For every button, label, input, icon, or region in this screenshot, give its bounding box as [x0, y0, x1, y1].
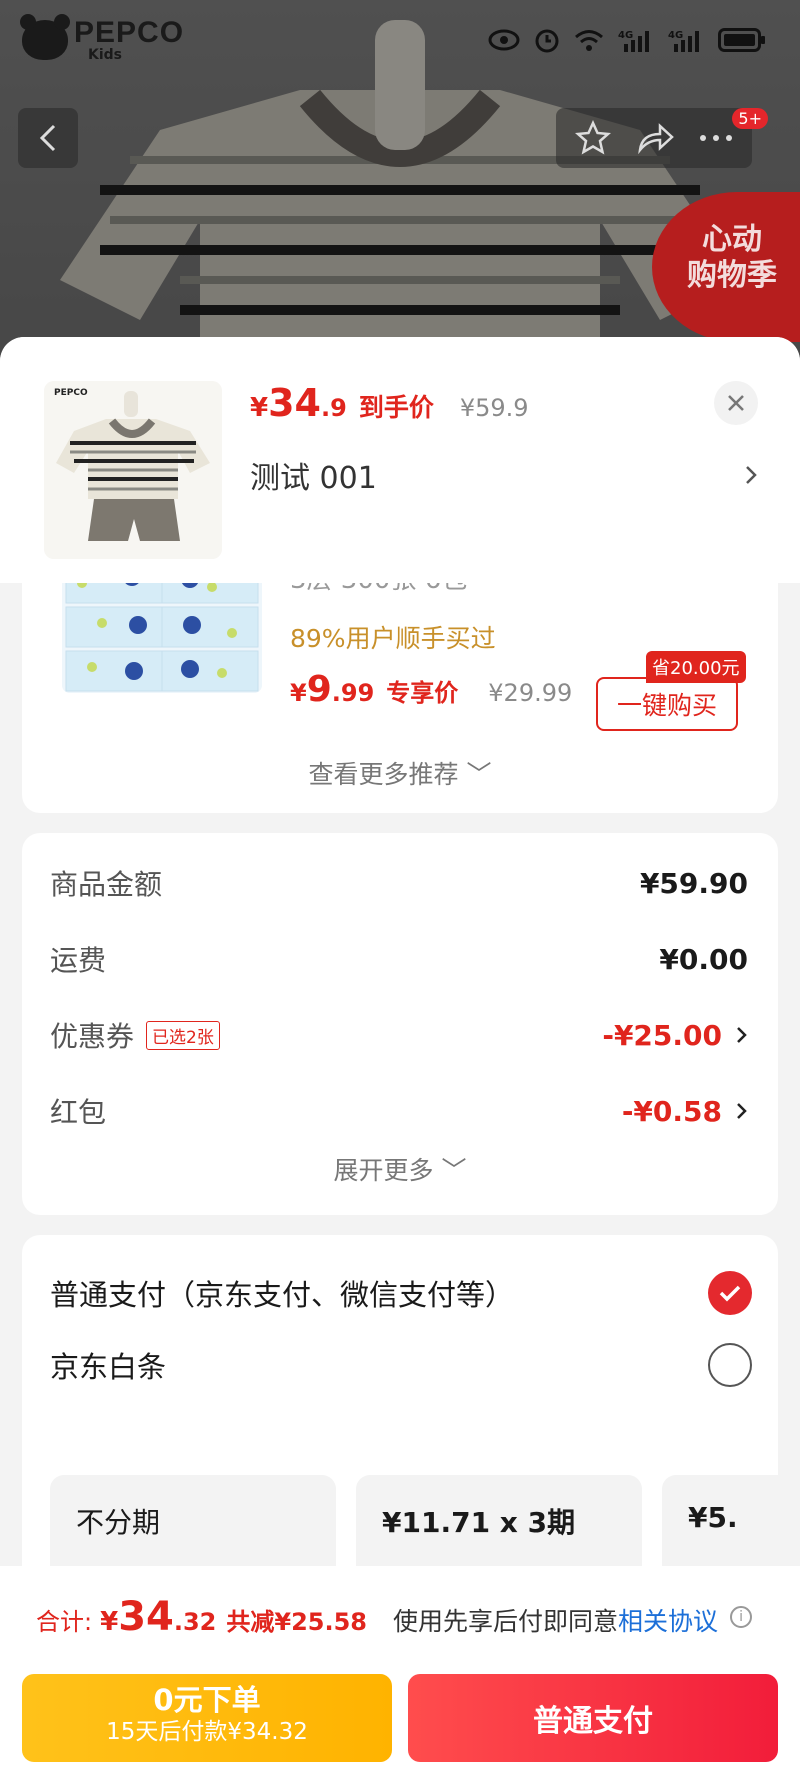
tissue-image — [62, 583, 262, 693]
chevron-left-icon — [39, 124, 56, 152]
save-badge: 省20.00元 — [646, 651, 746, 683]
bnpl-order-button[interactable]: 0元下单 15天后付款¥34.32 — [22, 1674, 392, 1762]
cost-value: -¥25.00 — [602, 1018, 722, 1052]
signal-4g-icon-2: 4G — [668, 30, 699, 52]
bear-logo-icon — [20, 14, 70, 60]
cost-row-shipping: 运费 ¥0.00 — [50, 939, 748, 979]
price-integer: 34 — [268, 381, 321, 425]
one-click-buy-button[interactable]: 一键购买 — [596, 677, 738, 731]
check-icon — [719, 1285, 741, 1302]
status-bar: PEPCO Kids 4G 4G — [0, 0, 800, 80]
pay-option-baitiao[interactable]: 京东白条 — [50, 1343, 752, 1387]
checkout-sheet: PEPCO ¥ 34 .9 到手价 ¥59.9 测试 001 89%用户顺手买过… — [0, 337, 800, 1777]
product-price: ¥ 34 .9 到手价 ¥59.9 — [250, 381, 529, 425]
cost-value: ¥59.90 — [639, 866, 748, 900]
product-thumbnail: PEPCO — [44, 381, 222, 559]
recommend-price: ¥ 9 .99 专享价 ¥29.99 — [290, 669, 572, 710]
cost-value: ¥0.00 — [659, 942, 748, 976]
cost-label: 优惠券 — [50, 1020, 135, 1053]
svg-text:PEPCO: PEPCO — [54, 388, 88, 398]
status-icons: 4G 4G — [488, 27, 766, 53]
recommend-price-tag: 专享价 — [386, 679, 459, 707]
total-currency: ¥ — [100, 1607, 119, 1637]
close-icon — [728, 395, 744, 411]
top-nav: 5+ — [18, 108, 782, 168]
wifi-icon — [575, 30, 603, 51]
cost-row-coupon[interactable]: 优惠券 已选2张 -¥25.00 — [50, 1015, 748, 1055]
cost-row-goods: 商品金额 ¥59.90 — [50, 863, 748, 903]
eye-icon — [488, 29, 520, 51]
alarm-icon — [535, 29, 559, 53]
original-price: ¥59.9 — [459, 394, 529, 422]
total-decimal: .32 — [173, 1608, 217, 1636]
info-icon[interactable]: i — [730, 1606, 753, 1628]
recommend-currency: ¥ — [290, 679, 307, 707]
expand-more-link[interactable]: 展开更多 ﹀ — [22, 1151, 778, 1187]
cost-label: 运费 — [50, 944, 107, 977]
agreement-link[interactable]: 相关协议 — [618, 1602, 718, 1638]
toolbar — [556, 108, 752, 168]
radio-checked[interactable] — [708, 1271, 752, 1315]
star-icon[interactable] — [574, 120, 611, 156]
recommend-title: 3层 300张 6包 — [290, 583, 467, 596]
agreement-text: 使用先享后付即同意 — [393, 1607, 619, 1636]
chevron-right-icon — [746, 466, 757, 484]
promo-line2: 购物季 — [687, 258, 777, 293]
recommend-original-price: ¥29.99 — [488, 679, 573, 707]
chevron-right-icon — [737, 1027, 747, 1043]
recommend-bought: 89%用户顺手买过 — [290, 624, 496, 653]
cost-value: -¥0.58 — [621, 1094, 722, 1128]
signal-4g-icon: 4G — [618, 30, 649, 52]
total-line: 合计: ¥ 34 .32 共减¥25.58 使用先享后付即同意 相关协议 i — [36, 1594, 764, 1640]
total-label: 合计: — [36, 1608, 93, 1636]
brand-name: PEPCO — [74, 16, 185, 49]
pay-option-label: 普通支付（京东支付、微信支付等） — [50, 1278, 515, 1312]
more-icon[interactable] — [699, 133, 733, 143]
radio-unchecked[interactable] — [708, 1343, 752, 1387]
cost-label: 红包 — [50, 1096, 107, 1129]
chevron-right-icon — [737, 1103, 747, 1119]
promo-line1: 心动 — [702, 222, 762, 257]
message-badge: 5+ — [732, 108, 768, 129]
price-currency: ¥ — [250, 393, 269, 423]
brand-sub: Kids — [88, 47, 123, 63]
bnpl-main-label: 0元下单 — [153, 1683, 261, 1717]
normal-pay-button[interactable]: 普通支付 — [408, 1674, 778, 1762]
recommend-card: 3层 300张 6包 89%用户顺手买过 ¥ 9 .99 专享价 ¥29.99 … — [22, 583, 778, 813]
recommend-price-decimal: .99 — [331, 679, 375, 707]
svg-text:4G: 4G — [668, 30, 683, 41]
price-tag: 到手价 — [358, 393, 434, 422]
sheet-header: PEPCO ¥ 34 .9 到手价 ¥59.9 测试 001 — [0, 337, 800, 583]
spec-label: 测试 001 — [250, 461, 377, 496]
pay-option-label: 京东白条 — [50, 1350, 167, 1384]
battery-icon — [718, 28, 765, 52]
cost-card: 商品金额 ¥59.90 运费 ¥0.00 优惠券 已选2张 -¥25.00 红包 — [22, 833, 778, 1215]
bnpl-sub-label: 15天后付款¥34.32 — [106, 1719, 308, 1745]
back-button[interactable] — [18, 108, 78, 168]
brand-logo: PEPCO Kids — [20, 14, 185, 63]
spec-selector[interactable]: 测试 001 — [250, 453, 758, 497]
sheet-scroll[interactable]: 3层 300张 6包 89%用户顺手买过 ¥ 9 .99 专享价 ¥29.99 … — [0, 583, 800, 1703]
cost-row-redpacket[interactable]: 红包 -¥0.58 — [50, 1091, 748, 1131]
total-saving: 共减¥25.58 — [226, 1608, 367, 1636]
recommend-price-integer: 9 — [306, 669, 332, 710]
cost-label: 商品金额 — [50, 868, 163, 901]
total-integer: 34 — [118, 1594, 174, 1640]
share-icon[interactable] — [636, 122, 674, 154]
svg-text:4G: 4G — [618, 30, 633, 41]
coupon-chip: 已选2张 — [146, 1020, 220, 1050]
close-button[interactable] — [714, 381, 758, 425]
more-recommend-link[interactable]: 查看更多推荐 ﹀ — [22, 755, 778, 791]
pay-option-normal[interactable]: 普通支付（京东支付、微信支付等） — [50, 1271, 752, 1315]
price-decimal: .9 — [320, 394, 347, 422]
checkout-footer: 合计: ¥ 34 .32 共减¥25.58 使用先享后付即同意 相关协议 i 0… — [0, 1566, 800, 1777]
